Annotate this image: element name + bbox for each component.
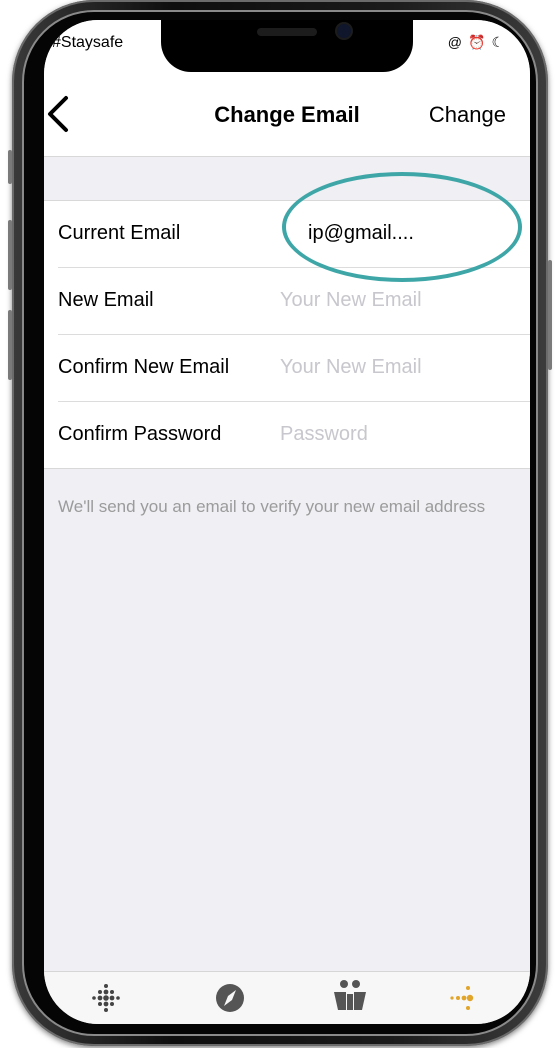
dashboard-dots-icon[interactable]	[78, 972, 134, 1024]
silent-switch	[8, 150, 12, 184]
speaker-grille	[257, 28, 317, 36]
volume-down-button	[8, 310, 12, 380]
app-screen: #Staysafe @ ⏰ ☾ Change Email Change Curr…	[44, 20, 530, 1024]
new-email-row: New Email	[58, 268, 530, 335]
current-email-value: ip@gmail....	[308, 222, 414, 244]
current-email-row: Current Email ip@gmail....	[58, 201, 530, 268]
device-notch	[161, 20, 413, 72]
me-dots-icon[interactable]	[438, 972, 494, 1024]
confirm-password-row: Confirm Password	[58, 402, 530, 468]
navigation-bar: Change Email Change	[44, 72, 530, 157]
compass-icon[interactable]	[202, 972, 258, 1024]
password-field[interactable]	[280, 423, 520, 446]
power-button	[548, 260, 552, 370]
at-icon: @	[447, 34, 462, 50]
confirm-email-row: Confirm New Email	[58, 335, 530, 402]
volume-up-button	[8, 220, 12, 290]
new-email-label: New Email	[58, 289, 154, 311]
front-camera	[337, 24, 351, 38]
verification-note: We'll send you an email to verify your n…	[58, 497, 486, 516]
confirm-password-label: Confirm Password	[58, 423, 222, 445]
moon-icon: ☾	[491, 34, 504, 50]
alarm-icon: ⏰	[468, 34, 486, 50]
confirm-email-field[interactable]	[280, 356, 520, 379]
new-email-field[interactable]	[280, 289, 520, 312]
community-icon[interactable]	[322, 972, 378, 1024]
confirm-email-label: Confirm New Email	[58, 356, 230, 378]
email-form: Current Email ip@gmail.... New Email Con…	[44, 200, 530, 469]
carrier-text: #Staysafe	[52, 34, 124, 51]
current-email-label: Current Email	[58, 222, 181, 244]
tab-bar	[44, 971, 530, 1024]
change-button[interactable]: Change	[429, 102, 506, 128]
status-icons: @ ⏰ ☾	[448, 34, 504, 51]
